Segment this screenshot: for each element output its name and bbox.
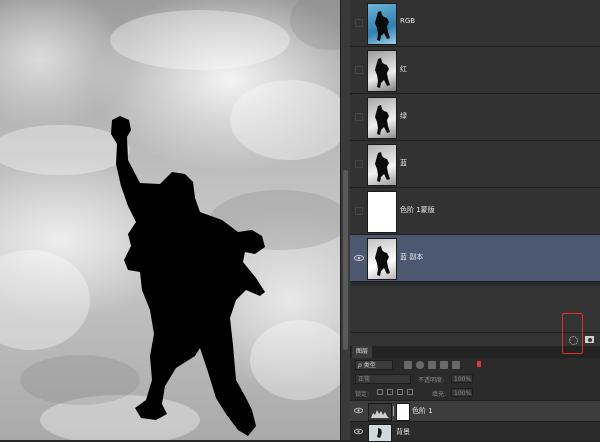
- fill-label: 填充:: [432, 391, 447, 398]
- filter-smart-object-icon[interactable]: [452, 361, 460, 369]
- layer-mask-thumbnail[interactable]: [396, 403, 410, 421]
- histogram-icon: [371, 410, 389, 418]
- levels-adjustment-thumbnail: [368, 403, 392, 421]
- layer-row-background[interactable]: 背景: [350, 421, 600, 442]
- lock-row: 锁定: 填充: 100%: [350, 386, 600, 399]
- right-panel: RGB 红绿蓝色阶 1蒙版蓝 副本 图层 ρ 类型 正常 不透明度: 100% 锁…: [350, 0, 600, 442]
- channel-row[interactable]: 绿: [350, 94, 600, 141]
- channel-thumbnail: [367, 191, 397, 233]
- channel-name: 蓝: [400, 159, 407, 167]
- channel-name: 红: [400, 65, 407, 73]
- eye-icon[interactable]: [354, 427, 363, 439]
- red-highlight-annotation: [562, 313, 583, 354]
- channel-row[interactable]: RGB: [350, 0, 600, 47]
- channel-row[interactable]: 色阶 1蒙版: [350, 188, 600, 235]
- fill-input[interactable]: 100%: [451, 388, 473, 397]
- chain-link-icon[interactable]: [392, 404, 395, 418]
- lock-transparent-icon[interactable]: [377, 389, 383, 395]
- save-selection-as-channel-icon[interactable]: [585, 336, 594, 343]
- visibility-toggle[interactable]: [353, 111, 365, 123]
- lock-label: 锁定:: [355, 391, 370, 398]
- channel-row[interactable]: 红: [350, 47, 600, 94]
- filter-shape-icon[interactable]: [440, 361, 448, 369]
- blend-row: 正常 不透明度: 100%: [350, 373, 600, 385]
- channel-thumbnail: [367, 144, 397, 186]
- document-canvas[interactable]: [0, 0, 340, 440]
- lock-all-icon[interactable]: [407, 389, 413, 395]
- lock-position-icon[interactable]: [397, 389, 403, 395]
- filter-toggle-icon[interactable]: [477, 361, 481, 367]
- blend-mode-select[interactable]: 正常: [355, 374, 411, 384]
- channel-name: 色阶 1蒙版: [400, 206, 435, 214]
- filter-pixel-icon[interactable]: [404, 361, 412, 369]
- filter-kind-select[interactable]: ρ 类型: [355, 360, 393, 370]
- channel-row[interactable]: 蓝 副本: [350, 235, 600, 282]
- channel-row[interactable]: 蓝: [350, 141, 600, 188]
- channel-thumbnail: [367, 50, 397, 92]
- opacity-label: 不透明度:: [418, 377, 445, 384]
- layers-panel: 图层 ρ 类型 正常 不透明度: 100% 锁定: 填充: 100% 色阶 1 …: [350, 346, 600, 442]
- scrollbar-thumb[interactable]: [343, 170, 348, 350]
- layer-row-levels[interactable]: 色阶 1: [350, 400, 600, 421]
- layer-name[interactable]: 色阶 1: [412, 406, 433, 416]
- layer-filter-row: ρ 类型: [350, 359, 600, 372]
- eye-icon[interactable]: [353, 252, 365, 264]
- channel-thumbnail: [367, 3, 397, 45]
- filter-adjustment-icon[interactable]: [416, 361, 424, 369]
- channel-name: 蓝 副本: [400, 253, 424, 261]
- jumping-man-silhouette: [111, 116, 265, 436]
- channel-name: 绿: [400, 112, 407, 120]
- filter-type-icon[interactable]: [428, 361, 436, 369]
- lock-image-icon[interactable]: [387, 389, 393, 395]
- channel-thumbnail: [367, 97, 397, 139]
- tab-layers[interactable]: 图层: [352, 346, 373, 358]
- visibility-toggle[interactable]: [353, 205, 365, 217]
- eye-icon[interactable]: [354, 406, 363, 418]
- layer-name[interactable]: 背景: [396, 427, 410, 437]
- visibility-toggle[interactable]: [353, 64, 365, 76]
- visibility-toggle[interactable]: [353, 17, 365, 29]
- channels-panel: RGB 红绿蓝色阶 1蒙版蓝 副本: [350, 0, 600, 286]
- visibility-toggle[interactable]: [353, 158, 365, 170]
- background-layer-thumbnail: [368, 424, 392, 442]
- channel-name: RGB: [400, 17, 416, 25]
- channel-thumbnail: [367, 238, 397, 280]
- opacity-input[interactable]: 100%: [451, 374, 473, 383]
